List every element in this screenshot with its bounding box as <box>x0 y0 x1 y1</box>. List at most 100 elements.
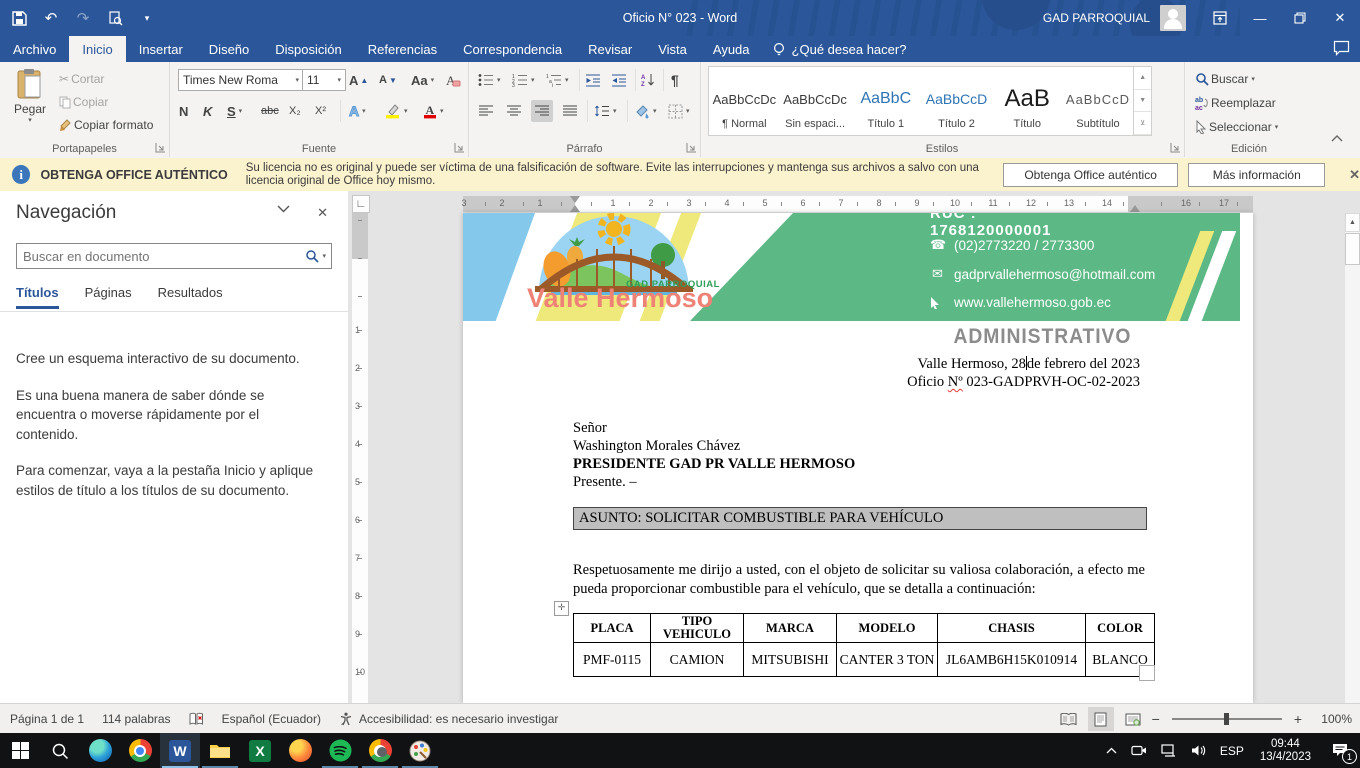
decrease-indent-button[interactable] <box>582 69 604 91</box>
multilevel-list-button[interactable]: 1ai▾ <box>543 69 572 91</box>
zoom-in-icon[interactable]: + <box>1294 711 1302 727</box>
search-options-icon[interactable]: ▾ <box>322 252 326 260</box>
style-titulo-2[interactable]: AaBbCcD Título 2 <box>922 69 991 133</box>
copy-button[interactable]: Copiar <box>56 91 111 113</box>
tab-diseno[interactable]: Diseño <box>196 36 262 62</box>
grow-font-button[interactable]: A▲ <box>346 69 371 91</box>
tab-referencias[interactable]: Referencias <box>355 36 450 62</box>
select-button[interactable]: Seleccionar▾ <box>1192 116 1281 138</box>
document-page[interactable]: RUC : 1768120000001 ☎ (02)2773220 / 2773… <box>463 213 1253 703</box>
scrollbar-thumb[interactable] <box>1345 233 1360 265</box>
more-info-button[interactable]: Más información <box>1188 163 1325 187</box>
style-titulo-1[interactable]: AaBbC Título 1 <box>851 69 920 133</box>
taskbar-excel-icon[interactable]: X <box>240 733 280 768</box>
sort-button[interactable]: AZ <box>638 69 659 91</box>
table-resize-handle[interactable] <box>1139 665 1155 681</box>
first-line-indent-marker[interactable] <box>570 196 580 203</box>
zoom-level[interactable]: 100% <box>1308 712 1352 726</box>
taskbar-firefox-icon[interactable] <box>280 733 320 768</box>
style-sin-espaciado[interactable]: AaBbCcDc Sin espaci... <box>781 69 850 133</box>
tab-inicio[interactable]: Inicio <box>69 36 125 62</box>
increase-indent-button[interactable] <box>608 69 630 91</box>
search-input[interactable] <box>17 249 305 264</box>
nav-tab-paginas[interactable]: Páginas <box>85 285 132 309</box>
license-bar-close-icon[interactable]: ✕ <box>1349 167 1360 183</box>
account-name[interactable]: GAD PARROQUIAL <box>1043 11 1150 25</box>
zoom-slider[interactable] <box>1172 718 1282 720</box>
restore-button[interactable] <box>1280 0 1320 36</box>
style-subtitulo[interactable]: AaBbCcD Subtítulo <box>1064 69 1133 133</box>
styles-gallery-more[interactable]: ⊻ <box>1134 112 1151 135</box>
strikethrough-button[interactable]: abc <box>258 100 282 122</box>
comments-icon[interactable] <box>1333 40 1350 56</box>
tab-vista[interactable]: Vista <box>645 36 700 62</box>
col-chasis[interactable]: CHASIS <box>938 614 1086 643</box>
replace-button[interactable]: abac Reemplazar <box>1192 92 1279 114</box>
portapapeles-dialog-launcher[interactable] <box>155 142 166 153</box>
taskbar-file-explorer-icon[interactable] <box>200 733 240 768</box>
account-avatar[interactable] <box>1160 5 1186 31</box>
proofing-status-icon[interactable] <box>189 712 204 726</box>
close-button[interactable]: ✕ <box>1320 0 1360 36</box>
accessibility-status[interactable]: Accesibilidad: es necesario investigar <box>339 712 558 726</box>
cut-button[interactable]: ✂Cortar <box>56 68 107 90</box>
collapse-ribbon-icon[interactable] <box>1330 134 1344 143</box>
parrafo-dialog-launcher[interactable] <box>686 142 697 153</box>
taskbar-paint-app-icon[interactable] <box>400 733 440 768</box>
align-center-button[interactable] <box>503 100 525 122</box>
bold-button[interactable]: N <box>176 100 191 122</box>
col-placa[interactable]: PLACA <box>574 614 651 643</box>
table-move-handle[interactable]: ✛ <box>554 601 569 616</box>
tab-archivo[interactable]: Archivo <box>0 36 69 62</box>
taskbar-word-icon[interactable]: W <box>160 733 200 768</box>
col-color[interactable]: COLOR <box>1086 614 1155 643</box>
font-size-combo[interactable]: 11▾ <box>302 69 346 91</box>
shading-button[interactable]: ▾ <box>631 100 660 122</box>
tray-show-hidden-icons[interactable] <box>1099 733 1124 768</box>
tray-network-icon[interactable] <box>1154 733 1184 768</box>
tray-language[interactable]: ESP <box>1213 733 1251 768</box>
numbering-button[interactable]: 123▾ <box>509 69 538 91</box>
paste-button[interactable]: Pegar ▾ <box>8 68 52 124</box>
nav-pane-options-icon[interactable] <box>277 205 290 213</box>
tab-correspondencia[interactable]: Correspondencia <box>450 36 575 62</box>
style-titulo[interactable]: AaB Título <box>993 69 1062 133</box>
font-name-combo[interactable]: Times New Roma▾ <box>178 69 304 91</box>
tab-disposicion[interactable]: Disposición <box>262 36 354 62</box>
show-marks-button[interactable]: ¶ <box>668 69 682 91</box>
find-button[interactable]: Buscar▾ <box>1192 68 1258 90</box>
estilos-dialog-launcher[interactable] <box>1170 142 1181 153</box>
start-button[interactable] <box>0 733 40 768</box>
nav-tab-resultados[interactable]: Resultados <box>158 285 223 309</box>
cell-tipo[interactable]: CAMION <box>651 643 744 677</box>
nav-tab-titulos[interactable]: Títulos <box>16 285 59 309</box>
action-center-icon[interactable]: 1 <box>1320 733 1360 768</box>
col-marca[interactable]: MARCA <box>744 614 837 643</box>
taskbar-search-button[interactable] <box>40 733 80 768</box>
format-painter-button[interactable]: Copiar formato <box>56 114 156 136</box>
web-layout-view-icon[interactable] <box>1120 707 1146 731</box>
styles-scroll-up[interactable]: ▲ <box>1134 67 1151 90</box>
ribbon-display-options-icon[interactable] <box>1200 0 1240 36</box>
italic-button[interactable]: K <box>200 100 215 122</box>
right-indent-marker[interactable] <box>1130 205 1140 212</box>
clear-formatting-button[interactable]: A <box>442 69 464 91</box>
minimize-button[interactable]: — <box>1240 0 1280 36</box>
tab-revisar[interactable]: Revisar <box>575 36 645 62</box>
read-mode-view-icon[interactable] <box>1056 707 1082 731</box>
subscript-button[interactable]: X₂ <box>286 100 304 122</box>
taskbar-chrome-profile-icon[interactable] <box>360 733 400 768</box>
cell-chasis[interactable]: JL6AMB6H15K010914 <box>938 643 1086 677</box>
change-case-button[interactable]: Aa▾ <box>408 69 437 91</box>
align-left-button[interactable] <box>475 100 497 122</box>
superscript-button[interactable]: X² <box>312 100 329 122</box>
tab-stop-selector[interactable]: ∟ <box>352 195 370 213</box>
cell-modelo[interactable]: CANTER 3 TON <box>837 643 938 677</box>
styles-scroll-down[interactable]: ▼ <box>1134 90 1151 113</box>
nav-pane-close-icon[interactable]: ✕ <box>317 205 328 221</box>
get-office-button[interactable]: Obtenga Office auténtico <box>1003 163 1179 187</box>
text-effects-button[interactable]: A▾ <box>346 100 369 122</box>
borders-button[interactable]: ▾ <box>665 100 693 122</box>
underline-button[interactable]: S▾ <box>224 100 245 122</box>
print-layout-view-icon[interactable] <box>1088 707 1114 731</box>
